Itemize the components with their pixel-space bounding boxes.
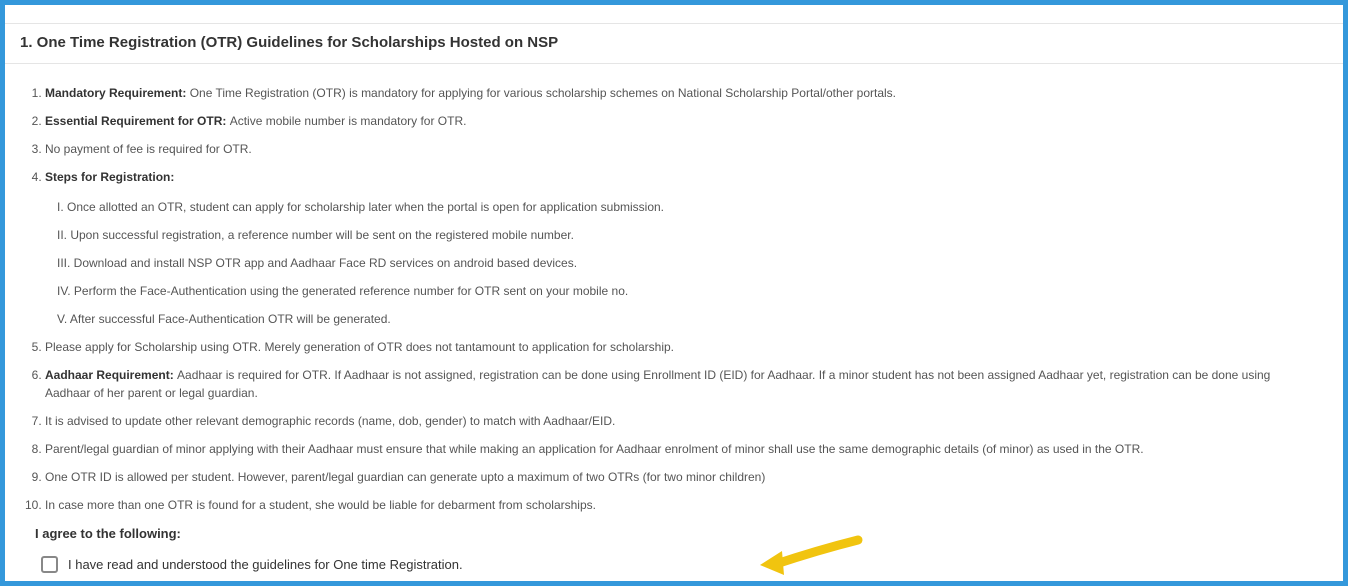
guardian-text: Parent/legal guardian of minor applying … xyxy=(45,442,1144,456)
guideline-item-9: One OTR ID is allowed per student. Howev… xyxy=(45,468,1313,486)
please-apply-text: Please apply for Scholarship using OTR. … xyxy=(45,340,674,354)
step-5: V. After successful Face-Authentication … xyxy=(57,310,1313,328)
steps-sublist: I. Once allotted an OTR, student can app… xyxy=(45,198,1313,328)
guideline-item-4: Steps for Registration: I. Once allotted… xyxy=(45,168,1313,328)
step-3: III. Download and install NSP OTR app an… xyxy=(57,254,1313,272)
agree-section: I agree to the following: I have read an… xyxy=(35,526,1313,581)
guideline-item-2: Essential Requirement for OTR: Active mo… xyxy=(45,112,1313,130)
page-container: 1. One Time Registration (OTR) Guideline… xyxy=(5,5,1343,581)
essential-label: Essential Requirement for OTR: xyxy=(45,114,230,128)
steps-label: Steps for Registration: xyxy=(45,170,174,184)
mandatory-text: One Time Registration (OTR) is mandatory… xyxy=(190,86,896,100)
guideline-item-10: In case more than one OTR is found for a… xyxy=(45,496,1313,514)
section-title: 1. One Time Registration (OTR) Guideline… xyxy=(20,34,1328,51)
guideline-item-3: No payment of fee is required for OTR. xyxy=(45,140,1313,158)
checkbox-label-1: I have read and understood the guideline… xyxy=(68,557,463,572)
demographic-text: It is advised to update other relevant d… xyxy=(45,414,615,428)
mandatory-label: Mandatory Requirement: xyxy=(45,86,190,100)
debarment-text: In case more than one OTR is found for a… xyxy=(45,498,596,512)
step-4: IV. Perform the Face-Authentication usin… xyxy=(57,282,1313,300)
guideline-item-5: Please apply for Scholarship using OTR. … xyxy=(45,338,1313,356)
top-spacer xyxy=(5,5,1343,23)
aadhaar-text: Aadhaar is required for OTR. If Aadhaar … xyxy=(45,368,1270,400)
checkbox-row-1[interactable]: I have read and understood the guideline… xyxy=(35,556,1313,573)
guideline-item-1: Mandatory Requirement: One Time Registra… xyxy=(45,84,1313,102)
aadhaar-label: Aadhaar Requirement: xyxy=(45,368,177,382)
no-payment-text: No payment of fee is required for OTR. xyxy=(45,142,252,156)
content-area: Mandatory Requirement: One Time Registra… xyxy=(5,64,1343,581)
guideline-item-7: It is advised to update other relevant d… xyxy=(45,412,1313,430)
guideline-item-6: Aadhaar Requirement: Aadhaar is required… xyxy=(45,366,1313,402)
step-1: I. Once allotted an OTR, student can app… xyxy=(57,198,1313,216)
checkbox-icon[interactable] xyxy=(41,556,58,573)
agree-title: I agree to the following: xyxy=(35,526,1313,541)
one-otr-text: One OTR ID is allowed per student. Howev… xyxy=(45,470,765,484)
essential-text: Active mobile number is mandatory for OT… xyxy=(230,114,467,128)
section-header: 1. One Time Registration (OTR) Guideline… xyxy=(5,23,1343,64)
guidelines-list: Mandatory Requirement: One Time Registra… xyxy=(35,84,1313,514)
step-2: II. Upon successful registration, a refe… xyxy=(57,226,1313,244)
guideline-item-8: Parent/legal guardian of minor applying … xyxy=(45,440,1313,458)
